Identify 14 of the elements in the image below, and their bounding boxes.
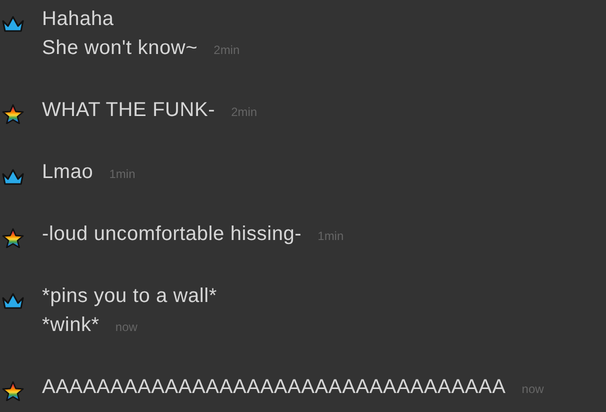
- star-icon: [1, 228, 25, 248]
- message-text: AAAAAAAAAAAAAAAAAAAAAAAAAAAAAAAAAA: [42, 376, 506, 399]
- crown-icon: [1, 290, 25, 310]
- message-text: Lmao: [42, 161, 94, 184]
- star-icon: [1, 381, 25, 401]
- message-text: *pins you to a wall*: [42, 285, 217, 308]
- message-text: -loud uncomfortable hissing-: [42, 223, 302, 246]
- message-text: Hahaha: [42, 8, 114, 31]
- message-text: *wink*: [42, 314, 100, 337]
- crown-icon: [1, 13, 25, 33]
- crown-icon: [1, 166, 25, 186]
- message-text: WHAT THE FUNK-: [42, 99, 216, 122]
- star-icon: [1, 104, 25, 124]
- message-text: She won't know~: [42, 37, 198, 60]
